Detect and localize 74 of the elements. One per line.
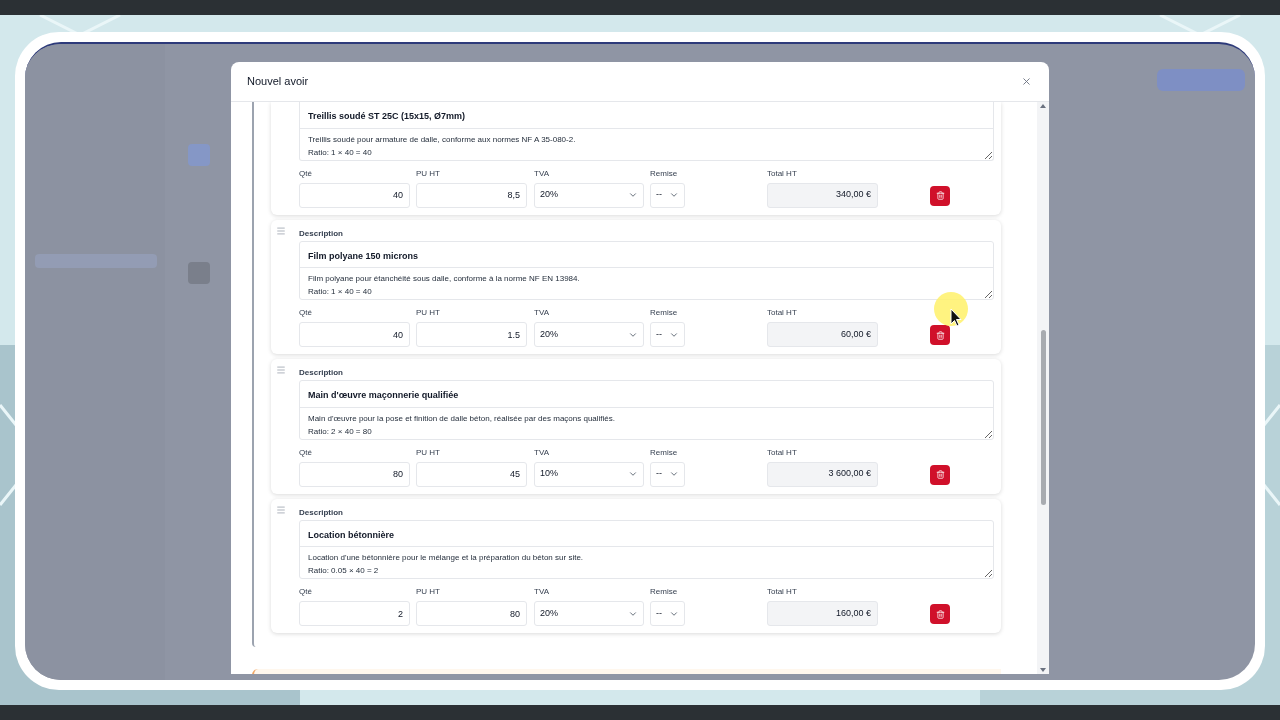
- field-label: PU HT: [416, 587, 441, 597]
- close-icon: [1020, 76, 1032, 87]
- description-label: Description: [299, 228, 344, 239]
- field-label: Qté: [299, 168, 313, 179]
- trash-icon: [935, 330, 945, 340]
- number-field[interactable]: 40: [299, 322, 410, 347]
- scroll-up-icon: [1040, 104, 1046, 108]
- delete-button[interactable]: [930, 185, 950, 206]
- description-editor[interactable]: Film polyane 150 microns Film polyane pour étanchéité sous dalle, conforme à la norme NF EN 13984. Ratio: 1 × 40 = 40: [299, 240, 994, 300]
- blurred-icon: [188, 262, 210, 284]
- description-editor[interactable]: Treillis soudé ST 25C (15x15, Ø7mm) Treillis soudé pour armature de dalle, conforme aux normes NF A 35-080-2. Ratio: 1 × 40 = 40: [299, 102, 994, 161]
- total-field: 340,00 €: [767, 182, 878, 208]
- field-label: TVA: [534, 587, 550, 597]
- chevron-down-icon: [669, 190, 679, 200]
- field-label: Total HT: [767, 447, 798, 458]
- description-editor[interactable]: Main d'œuvre maçonnerie qualifiée Main d'œuvre pour la pose et finition de dalle béton, réalisée par des maçons qualifiés. Ratio: 2 × 40 = 80: [299, 380, 994, 440]
- description-field[interactable]: Treillis soudé pour armature de dalle, conforme aux normes NF A 35-080-2. Ratio: 1 × 40 = 40: [300, 128, 993, 160]
- trash-icon: [935, 470, 945, 479]
- field-label: Total HT: [767, 587, 798, 597]
- description-label: Description: [299, 507, 344, 518]
- description-editor[interactable]: Location bétonnière Location d'une bétonnière pour le mélange et la préparation du béton sur site. Ratio: 0.05 × 40 = 2: [299, 519, 994, 579]
- drag-handle-icon[interactable]: [276, 504, 286, 515]
- description-field[interactable]: Main d'œuvre pour la pose et finition de dalle béton, réalisée par des maçons qualifiés. Ratio: 2 × 40 = 80: [300, 407, 993, 439]
- chevron-down-icon: [669, 469, 679, 479]
- total-field: 160,00 €: [767, 601, 878, 626]
- delete-button[interactable]: [930, 464, 950, 485]
- scrollbar[interactable]: [1037, 102, 1049, 674]
- number-field[interactable]: 80: [299, 461, 410, 487]
- field-label: Total HT: [767, 168, 798, 179]
- field-label: Qté: [299, 447, 313, 458]
- total-field: 3 600,00 €: [767, 461, 878, 487]
- number-field[interactable]: 80: [416, 601, 527, 626]
- field-label: PU HT: [416, 447, 441, 458]
- description-field[interactable]: Film polyane pour étanchéité sous dalle, conforme à la norme NF EN 13984. Ratio: 1 × 40 = 40: [300, 268, 993, 299]
- chevron-down-icon: [628, 190, 638, 200]
- number-field[interactable]: 40: [299, 182, 410, 208]
- field-label: PU HT: [416, 168, 441, 179]
- field-label: Remise: [650, 168, 679, 179]
- field-label: TVA: [534, 168, 550, 179]
- delete-button[interactable]: [930, 325, 950, 345]
- delete-button[interactable]: [930, 604, 950, 624]
- drag-handle-icon[interactable]: [276, 365, 286, 375]
- field-label: Qté: [299, 587, 313, 597]
- number-field[interactable]: 8,5: [416, 182, 527, 208]
- select-dropdown[interactable]: 20%: [534, 601, 644, 626]
- drag-handle-icon[interactable]: [276, 225, 286, 236]
- trash-icon: [935, 609, 945, 619]
- select-dropdown[interactable]: --: [650, 182, 685, 208]
- field-label: TVA: [534, 308, 550, 318]
- number-field[interactable]: 2: [299, 601, 410, 626]
- select-dropdown[interactable]: --: [650, 322, 685, 347]
- select-dropdown[interactable]: 20%: [534, 182, 644, 208]
- chevron-down-icon: [628, 469, 638, 479]
- field-label: Qté: [299, 308, 313, 318]
- field-label: Remise: [650, 587, 679, 597]
- select-dropdown[interactable]: 20%: [534, 322, 644, 347]
- trash-icon: [935, 191, 945, 200]
- dialog-title: Nouvel avoir: [247, 74, 309, 90]
- description-field[interactable]: Location d'une bétonnière pour le mélange et la préparation du béton sur site. Ratio: 0.05 × 40 = 2: [300, 547, 993, 578]
- scrollbar-thumb[interactable]: [1040, 330, 1046, 505]
- field-label: Total HT: [767, 308, 798, 318]
- field-label: PU HT: [416, 308, 441, 318]
- field-label: Remise: [650, 447, 679, 458]
- field-label: Remise: [650, 308, 679, 318]
- number-field[interactable]: 45: [416, 461, 527, 487]
- total-field: 60,00 €: [767, 322, 878, 347]
- select-dropdown[interactable]: --: [650, 601, 685, 626]
- field-label: TVA: [534, 447, 550, 458]
- description-label: Description: [299, 368, 344, 378]
- scroll-down-icon: [1040, 668, 1046, 672]
- select-dropdown[interactable]: --: [650, 461, 685, 487]
- blurred-icon: [188, 144, 210, 166]
- number-field[interactable]: 1.5: [416, 322, 527, 347]
- select-dropdown[interactable]: 10%: [534, 461, 644, 487]
